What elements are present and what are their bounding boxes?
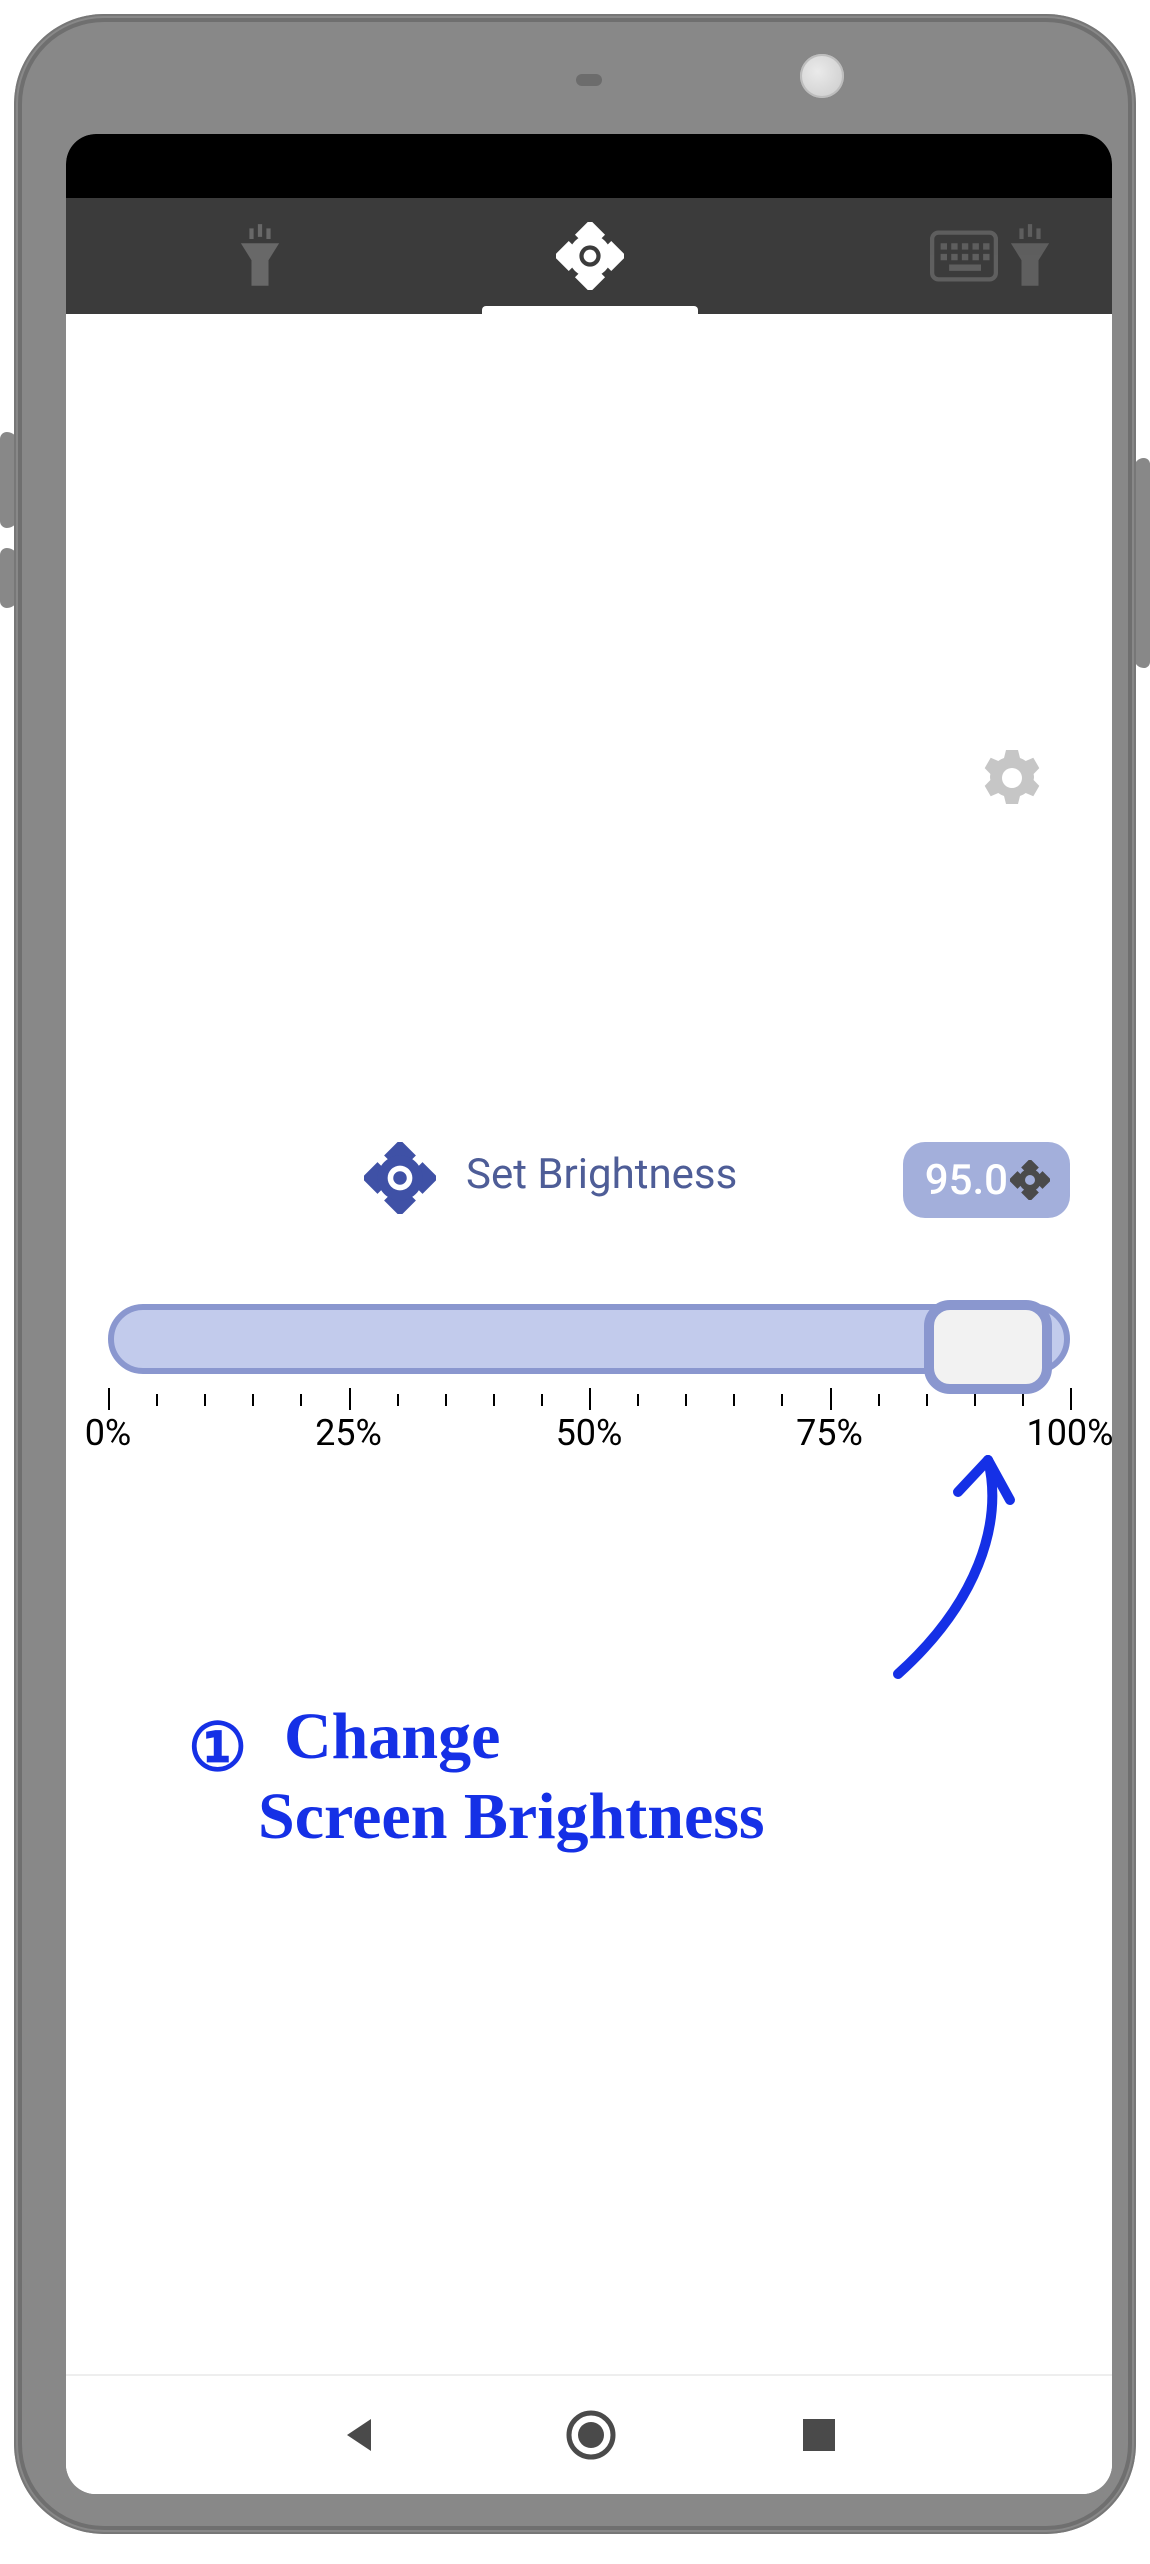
recent-apps-button[interactable] bbox=[801, 2417, 837, 2453]
back-button[interactable] bbox=[341, 2415, 381, 2455]
torch-icon[interactable] bbox=[996, 222, 1064, 290]
tick-label: 50% bbox=[556, 1412, 623, 1454]
tick-label: 100% bbox=[1026, 1412, 1112, 1454]
tick-label: 75% bbox=[796, 1412, 863, 1454]
annotation-step-number: ① bbox=[188, 1712, 247, 1785]
tick-major bbox=[108, 1388, 110, 1410]
power-button[interactable] bbox=[1134, 458, 1150, 668]
tick-minor bbox=[733, 1394, 735, 1406]
annotation-line-1: Change bbox=[284, 1700, 500, 1773]
slider-thumb[interactable] bbox=[924, 1300, 1052, 1394]
tick-minor bbox=[1022, 1394, 1024, 1406]
brightness-value: 95.0 bbox=[925, 1156, 1008, 1205]
earpiece-speaker bbox=[576, 74, 602, 86]
tick-major bbox=[1070, 1388, 1072, 1410]
active-tab-indicator bbox=[482, 306, 698, 314]
content-area: Set Brightness 95.0 bbox=[66, 314, 1112, 2494]
home-button[interactable] bbox=[565, 2409, 617, 2461]
tick-minor bbox=[300, 1394, 302, 1406]
front-camera bbox=[800, 54, 844, 98]
tick-minor bbox=[637, 1394, 639, 1406]
tick-major bbox=[589, 1388, 591, 1410]
tick-minor bbox=[445, 1394, 447, 1406]
screen: Set Brightness 95.0 bbox=[66, 134, 1112, 2494]
navigation-bar bbox=[66, 2374, 1112, 2494]
brightness-value-badge[interactable]: 95.0 bbox=[903, 1142, 1070, 1218]
tick-minor bbox=[156, 1394, 158, 1406]
status-bar bbox=[66, 134, 1112, 198]
tick-minor bbox=[685, 1394, 687, 1406]
tick-minor bbox=[974, 1394, 976, 1406]
tab-bar bbox=[66, 198, 1112, 314]
tick-minor bbox=[926, 1394, 928, 1406]
tick-major bbox=[349, 1388, 351, 1410]
brightness-icon[interactable] bbox=[556, 222, 624, 290]
slider-scale: 0%25%50%75%100% bbox=[108, 1388, 1070, 1458]
tick-minor bbox=[397, 1394, 399, 1406]
brightness-icon bbox=[1010, 1160, 1050, 1200]
brightness-slider[interactable] bbox=[108, 1304, 1070, 1374]
torch-icon[interactable] bbox=[226, 222, 294, 290]
tick-label: 0% bbox=[85, 1412, 132, 1454]
tick-major bbox=[830, 1388, 832, 1410]
gear-icon[interactable] bbox=[980, 746, 1044, 810]
annotation-overlay: ① Change Screen Brightness bbox=[158, 1444, 1038, 1904]
tick-minor bbox=[493, 1394, 495, 1406]
tick-minor bbox=[252, 1394, 254, 1406]
tick-minor bbox=[204, 1394, 206, 1406]
tick-minor bbox=[541, 1394, 543, 1406]
keyboard-icon[interactable] bbox=[930, 222, 998, 290]
tick-label: 25% bbox=[315, 1412, 382, 1454]
tick-minor bbox=[781, 1394, 783, 1406]
phone-frame: Set Brightness 95.0 bbox=[14, 14, 1136, 2534]
annotation-line-2: Screen Brightness bbox=[258, 1780, 765, 1853]
brightness-icon bbox=[364, 1142, 436, 1214]
brightness-label: Set Brightness bbox=[466, 1150, 737, 1199]
tick-minor bbox=[878, 1394, 880, 1406]
